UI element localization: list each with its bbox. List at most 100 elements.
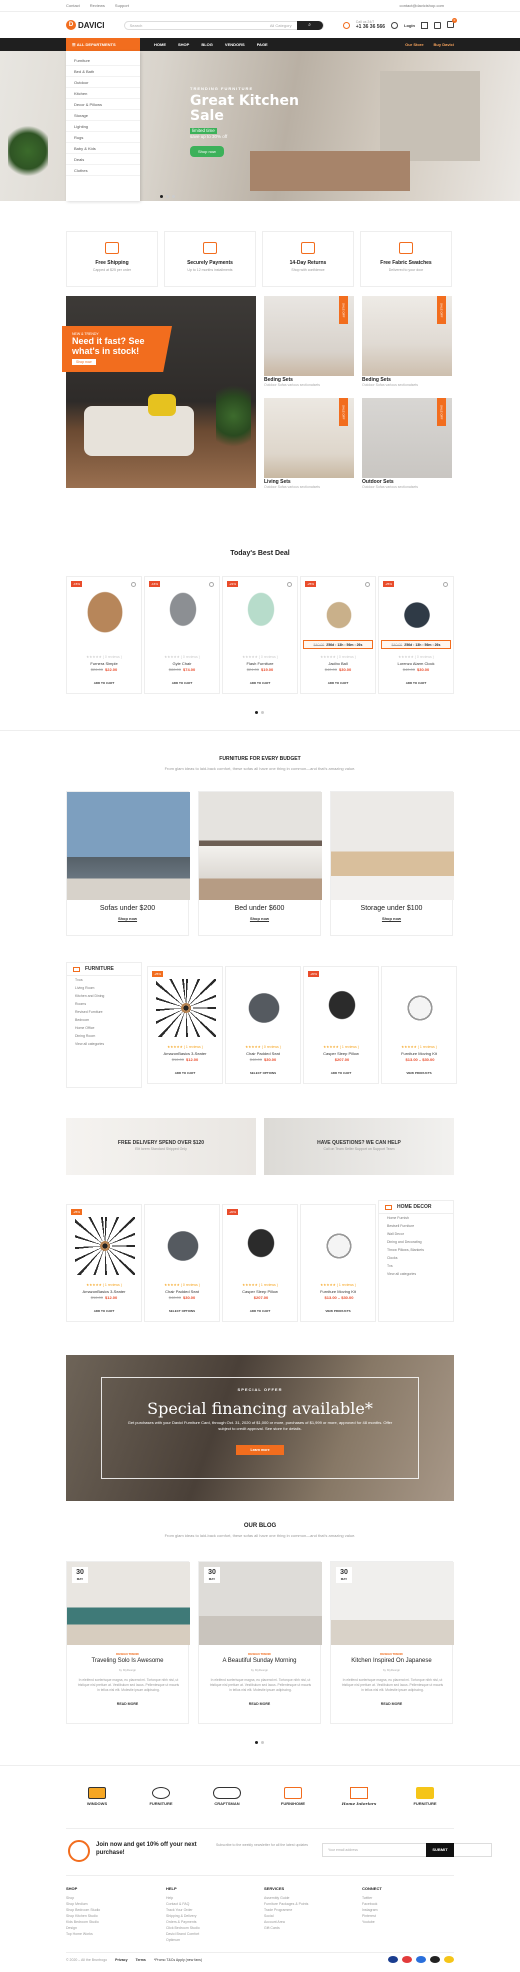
learn-more-button[interactable]: Learn more [236,1445,284,1455]
category-item[interactable]: Baby & Kids [66,143,140,154]
login-link[interactable]: Login [404,23,415,28]
category-item[interactable]: Deals [66,154,140,165]
heart-icon[interactable] [287,582,292,587]
footer-link[interactable]: Top Home Works [66,1932,146,1938]
product-name[interactable]: Chair Padded Seat [226,1051,300,1056]
nav-page[interactable]: PAGE [257,42,268,47]
read-more-link[interactable]: READ MORE [331,1702,452,1706]
promo-note-link[interactable]: *Promo T&Cs Apply (new fans) [154,1958,202,1962]
add-to-cart-button[interactable]: ADD TO CART [304,1071,378,1075]
product-card[interactable]: -25% $40.00 256d : 13h : 56m : 26s ★★★★★ … [300,576,376,694]
add-to-cart-button[interactable]: ADD TO CART [145,681,219,685]
email-input[interactable]: Your email address [322,1843,492,1857]
read-more-link[interactable]: READ MORE [67,1702,188,1706]
product-card[interactable]: -20% ★★★★★ ( 1 reviews ) Casper Sleep Pi… [222,1204,298,1322]
sidebar-link[interactable]: Home Office [67,1024,141,1032]
sidebar-link[interactable]: Home Furnish [379,1214,453,1222]
product-name[interactable]: AmazonBasics 3-Seater [67,1289,141,1294]
hero-dots[interactable] [160,195,175,198]
category-item[interactable]: Bed & Bath [66,66,140,77]
product-card[interactable]: -25% $40.00 256d : 13h : 56m : 26s ★★★★★ … [378,576,454,694]
product-card[interactable]: -21% ★★★★★ ( 0 reviews ) Flash Furniture… [222,576,298,694]
add-to-cart-button[interactable]: ADD TO CART [223,1309,297,1313]
heart-icon[interactable] [209,582,214,587]
add-to-cart-button[interactable]: ADD TO CART [67,1309,141,1313]
heart-icon[interactable] [443,582,448,587]
category-item[interactable]: Kitchen [66,88,140,99]
product-card[interactable]: ★★★★★ ( 1 reviews ) Furniture Moving Kit… [381,966,457,1084]
nav-our-store[interactable]: Our Store [405,42,423,47]
all-departments-button[interactable]: ☰ ALL DEPARTMENTS [66,38,140,51]
budget-card[interactable]: Bed under $600 Shop now [198,791,322,936]
category-tile[interactable]: SALE OFF Living Sets Outdoor Sofas vario… [264,398,354,489]
product-name[interactable]: Casper Sleep Pillow [304,1051,378,1056]
blog-category[interactable]: DESIGN TREND [331,1652,452,1656]
topbar-email[interactable]: contact@davicishop.com [399,3,444,8]
product-card[interactable]: -16% ★★★★★ ( 0 reviews ) Gyle Chair $88.… [144,576,220,694]
sidebar-link[interactable]: Bestsell Furniture [379,1222,453,1230]
product-name[interactable]: Lorenzo Alarm Clock [379,661,453,666]
shop-now-link[interactable]: Shop now [331,916,452,921]
search-category-select[interactable]: All Category [270,23,292,28]
search-input[interactable]: Search [130,23,143,28]
select-options-button[interactable]: SELECT OPTIONS [145,1309,219,1313]
category-item[interactable]: Storage [66,110,140,121]
sidebar-link[interactable]: View all categories [379,1270,453,1278]
brand-logo[interactable]: FURNITURE [404,1783,446,1809]
brand-logo[interactable]: FURNIHOME [272,1783,314,1809]
blog-card[interactable]: 30 MAY DESIGN TREND Kitchen Inspired On J… [330,1561,454,1724]
shop-now-link[interactable]: Shop now [199,916,320,921]
product-card[interactable]: -25% ★★★★★ ( 1 reviews ) AmazonBasics 3-… [147,966,223,1084]
shop-now-link[interactable]: Shop now [67,916,188,921]
product-card[interactable]: ★★★★★ ( 0 reviews ) Chair Padded Seat $4… [225,966,301,1084]
promo-banner[interactable]: NEW & TRENDY Need it fast? See what's in… [62,296,256,488]
sidebar-link[interactable]: Kitchen and Dining [67,992,141,1000]
blog-post-title[interactable]: Traveling Solo Is Awesome [67,1658,188,1664]
add-to-cart-button[interactable]: ADD TO CART [301,681,375,685]
category-item[interactable]: Outdoor [66,77,140,88]
sidebar-link[interactable]: View all categories [67,1040,141,1048]
product-name[interactable]: Flash Furniture [223,661,297,666]
questions-banner[interactable]: HAVE QUESTIONS? WE CAN HELP Call on Team… [264,1118,454,1175]
view-products-button[interactable]: VIEW PRODUCTS [382,1071,456,1075]
category-item[interactable]: Rugs [66,132,140,143]
product-card[interactable]: -25% ★★★★★ ( 1 reviews ) AmazonBasics 3-… [66,1204,142,1322]
blog-post-title[interactable]: Kitchen Inspired On Japanese [331,1658,452,1664]
blog-card[interactable]: 30 MAY DESIGN TREND A Beautiful Sunday Mo… [198,1561,322,1724]
sidebar-link[interactable]: Revised Furniture [67,1008,141,1016]
nav-shop[interactable]: SHOP [178,42,189,47]
nav-home[interactable]: HOME [154,42,166,47]
user-icon[interactable] [391,21,399,29]
product-name[interactable]: Jacibo Ball [301,661,375,666]
nav-vendors[interactable]: VENDORS [225,42,245,47]
nav-blog[interactable]: BLOG [201,42,213,47]
phone-block[interactable]: Call us 24/7 +1 36 36 566 [356,20,385,30]
add-to-cart-button[interactable]: ADD TO CART [67,681,141,685]
footer-link[interactable]: Gift Cards [264,1926,344,1932]
brand-logo[interactable]: WINDOWS [76,1783,118,1809]
sidebar-link[interactable]: Tvos [67,976,141,984]
footer-link[interactable]: Youtube [362,1920,442,1926]
sidebar-link[interactable]: Clocks [379,1254,453,1262]
budget-card[interactable]: Storage under $100 Shop now [330,791,454,936]
sidebar-link[interactable]: Throw Pillows, Blankets [379,1246,453,1254]
topbar-link-contact[interactable]: Contact [66,3,80,8]
category-tile[interactable]: SALE OFF Outdoor Sets Outdoor Sofas vari… [362,398,452,489]
cart-icon[interactable]: 0 [446,18,457,29]
blog-dots[interactable] [255,1741,264,1744]
brand-logo[interactable]: CRAFTSMAN [206,1783,248,1809]
add-to-cart-button[interactable]: ADD TO CART [148,1071,222,1075]
search-button[interactable]: ⌕ [296,20,323,30]
category-item[interactable]: Lighting [66,121,140,132]
select-options-button[interactable]: SELECT OPTIONS [226,1071,300,1075]
heart-icon[interactable] [365,582,370,587]
sidebar-link[interactable]: Dining Room [67,1032,141,1040]
blog-card[interactable]: 30 MAY DESIGN TREND Traveling Solo Is Awe… [66,1561,190,1724]
product-name[interactable]: Furniture Moving Kit [382,1051,456,1056]
sidebar-link[interactable]: Living Room [67,984,141,992]
carousel-dots[interactable] [255,711,264,714]
sidebar-link[interactable]: Tvs [379,1262,453,1270]
topbar-link-reviews[interactable]: Reviews [90,3,105,8]
category-item[interactable]: Furniture [66,55,140,66]
search-bar[interactable]: Search All Category ⌕ [123,20,324,30]
